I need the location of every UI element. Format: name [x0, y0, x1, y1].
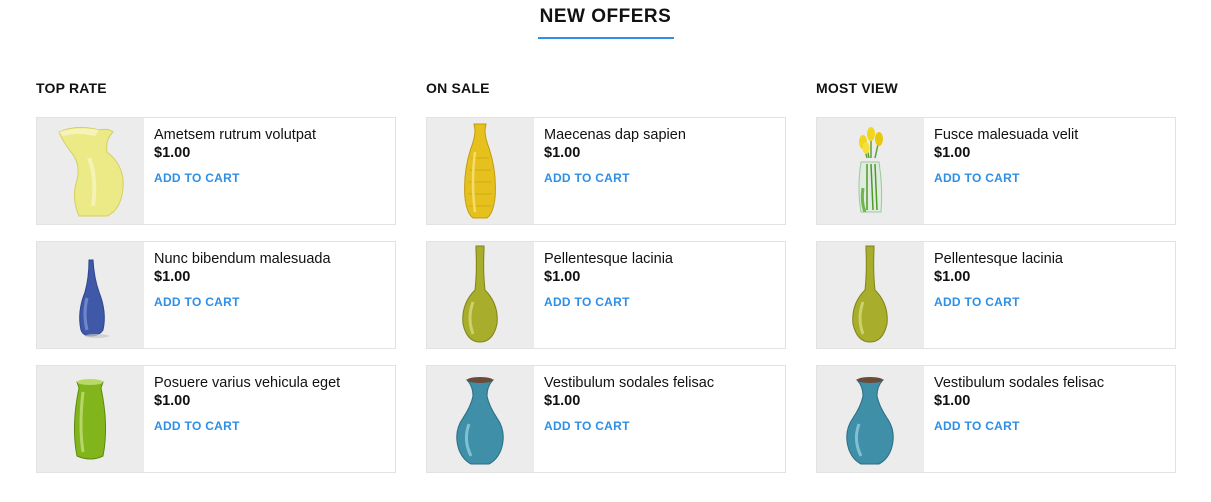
product-image[interactable] — [817, 242, 924, 348]
section-title: NEW OFFERS — [539, 6, 672, 27]
product-price: $1.00 — [544, 393, 581, 409]
add-to-cart-button[interactable]: ADD TO CART — [934, 295, 1020, 309]
product-name[interactable]: Nunc bibendum malesuada — [154, 250, 390, 268]
product-price: $1.00 — [544, 269, 581, 285]
add-to-cart-button[interactable]: ADD TO CART — [544, 419, 630, 433]
product-image[interactable] — [427, 366, 534, 472]
product-card[interactable]: Posuere varius vehicula eget $1.00 ADD T… — [36, 365, 396, 473]
product-name[interactable]: Fusce malesuada velit — [934, 126, 1170, 144]
product-price: $1.00 — [154, 393, 191, 409]
title-underline — [538, 37, 674, 39]
yellow-pitcher-vase-icon — [58, 126, 124, 217]
product-card[interactable]: Vestibulum sodales felisac $1.00 ADD TO … — [816, 365, 1176, 473]
teal-urn-vase-icon — [846, 377, 894, 465]
green-cylinder-vase-icon — [73, 379, 107, 460]
column-heading: TOP RATE — [36, 80, 107, 96]
product-price: $1.00 — [544, 145, 581, 161]
add-to-cart-button[interactable]: ADD TO CART — [544, 171, 630, 185]
product-card[interactable]: Ametsem rutrum volutpat $1.00 ADD TO CAR… — [36, 117, 396, 225]
product-price: $1.00 — [934, 393, 971, 409]
product-name[interactable]: Vestibulum sodales felisac — [934, 374, 1170, 392]
product-name[interactable]: Maecenas dap sapien — [544, 126, 780, 144]
product-card[interactable]: Maecenas dap sapien $1.00 ADD TO CART — [426, 117, 786, 225]
product-price: $1.00 — [934, 269, 971, 285]
add-to-cart-button[interactable]: ADD TO CART — [154, 419, 240, 433]
add-to-cart-button[interactable]: ADD TO CART — [934, 419, 1020, 433]
blue-bud-vase-icon — [79, 259, 109, 338]
add-to-cart-button[interactable]: ADD TO CART — [544, 295, 630, 309]
add-to-cart-button[interactable]: ADD TO CART — [154, 171, 240, 185]
product-price: $1.00 — [154, 145, 191, 161]
olive-bottle-vase-icon — [462, 245, 498, 343]
product-card[interactable]: Pellentesque lacinia $1.00 ADD TO CART — [426, 241, 786, 349]
product-image[interactable] — [37, 118, 144, 224]
yellow-tall-vase-icon — [464, 123, 496, 219]
product-image[interactable] — [427, 118, 534, 224]
product-card[interactable]: Fusce malesuada velit $1.00 ADD TO CART — [816, 117, 1176, 225]
new-offers-section: NEW OFFERS TOP RATE Ametsem rutrum volut… — [0, 0, 1211, 502]
column-heading: ON SALE — [426, 80, 490, 96]
product-name[interactable]: Ametsem rutrum volutpat — [154, 126, 390, 144]
teal-urn-vase-icon — [456, 377, 504, 465]
product-image[interactable] — [817, 366, 924, 472]
product-image[interactable] — [817, 118, 924, 224]
product-name[interactable]: Pellentesque lacinia — [544, 250, 780, 268]
product-card[interactable]: Nunc bibendum malesuada $1.00 ADD TO CAR… — [36, 241, 396, 349]
olive-bottle-vase-icon — [852, 245, 888, 343]
product-image[interactable] — [427, 242, 534, 348]
product-price: $1.00 — [934, 145, 971, 161]
add-to-cart-button[interactable]: ADD TO CART — [154, 295, 240, 309]
product-card[interactable]: Pellentesque lacinia $1.00 ADD TO CART — [816, 241, 1176, 349]
column-heading: MOST VIEW — [816, 80, 898, 96]
product-name[interactable]: Pellentesque lacinia — [934, 250, 1170, 268]
product-name[interactable]: Vestibulum sodales felisac — [544, 374, 780, 392]
add-to-cart-button[interactable]: ADD TO CART — [934, 171, 1020, 185]
product-price: $1.00 — [154, 269, 191, 285]
product-name[interactable]: Posuere varius vehicula eget — [154, 374, 390, 392]
product-image[interactable] — [37, 242, 144, 348]
tulip-glass-vase-icon — [858, 127, 883, 213]
product-card[interactable]: Vestibulum sodales felisac $1.00 ADD TO … — [426, 365, 786, 473]
product-image[interactable] — [37, 366, 144, 472]
